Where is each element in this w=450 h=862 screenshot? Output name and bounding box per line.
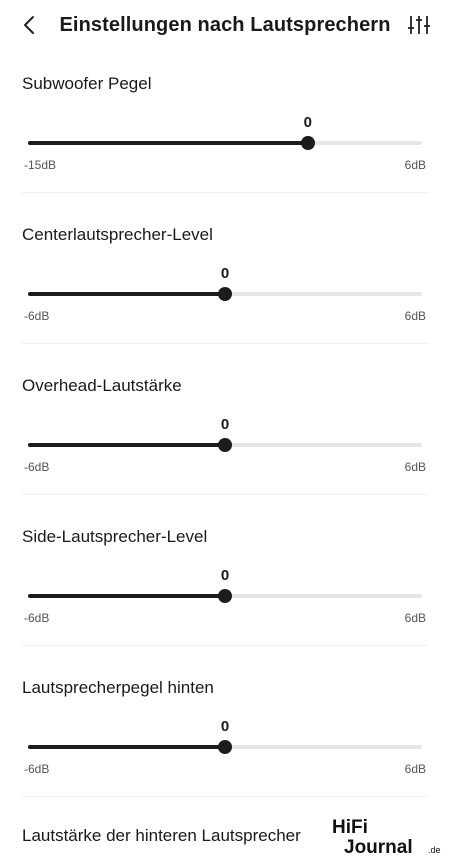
section-label-rear-speakers-volume: Lautstärke der hinteren Lautsprecher (22, 826, 301, 845)
logo-line2: Journal (344, 837, 413, 858)
section-subwoofer-level: Subwoofer Pegel 0 -15dB 6dB (0, 66, 450, 216)
section-label: Subwoofer Pegel (22, 74, 152, 93)
slider-track[interactable] (28, 438, 422, 452)
divider (22, 645, 428, 646)
divider (22, 494, 428, 495)
section-side-level: Side-Lautsprecher-Level 0 -6dB 6dB (0, 519, 450, 669)
logo-line1: HiFi (332, 817, 368, 838)
slider-track[interactable] (28, 589, 422, 603)
slider-max-label: 6dB (404, 762, 426, 776)
header-bar: Einstellungen nach Lautsprechern (0, 0, 450, 52)
slider-value: 0 (303, 114, 312, 131)
divider (22, 796, 428, 797)
logo-suffix: .de (428, 845, 441, 855)
slider-fill (28, 594, 225, 598)
section-center-level: Centerlautsprecher-Level 0 -6dB 6dB (0, 217, 450, 367)
slider-min-label: -6dB (24, 460, 50, 474)
slider-max-label: 6dB (404, 309, 426, 323)
section-overhead-volume: Overhead-Lautstärke 0 -6dB 6dB (0, 368, 450, 518)
slider-max-label: 6dB (404, 611, 426, 625)
slider-min-label: -6dB (24, 309, 50, 323)
section-label: Overhead-Lautstärke (22, 376, 182, 395)
slider-handle[interactable] (218, 438, 232, 452)
slider-value: 0 (220, 718, 230, 735)
slider-track[interactable] (28, 136, 422, 150)
section-rear-level: Lautsprecherpegel hinten 0 -6dB 6dB (0, 670, 450, 820)
slider-fill (28, 292, 225, 296)
slider-fill (28, 443, 225, 447)
equalizer-sliders-icon (408, 16, 430, 34)
slider-handle[interactable] (218, 589, 232, 603)
slider-min-label: -6dB (24, 611, 50, 625)
section-label: Centerlautsprecher-Level (22, 225, 213, 244)
page-title: Einstellungen nach Lautsprechern (59, 14, 391, 36)
slider-max-label: 6dB (404, 460, 426, 474)
slider-track[interactable] (28, 740, 422, 754)
slider-handle[interactable] (218, 740, 232, 754)
divider (22, 343, 428, 344)
slider-fill (28, 141, 308, 145)
slider-value: 0 (220, 265, 230, 282)
slider-fill (28, 745, 225, 749)
section-label: Lautsprecherpegel hinten (22, 678, 214, 697)
slider-min-label: -15dB (24, 158, 57, 172)
slider-handle[interactable] (218, 287, 232, 301)
slider-min-label: -6dB (24, 762, 50, 776)
slider-handle[interactable] (300, 136, 315, 150)
slider-value: 0 (220, 416, 230, 433)
hifi-journal-logo: HiFi Journal .de (332, 817, 441, 858)
slider-value: 0 (220, 567, 230, 584)
slider-max-label: 6dB (404, 158, 426, 172)
divider (22, 192, 428, 193)
slider-track[interactable] (28, 287, 422, 301)
equalizer-settings-button[interactable] (402, 8, 436, 42)
section-label: Side-Lautsprecher-Level (22, 527, 208, 546)
